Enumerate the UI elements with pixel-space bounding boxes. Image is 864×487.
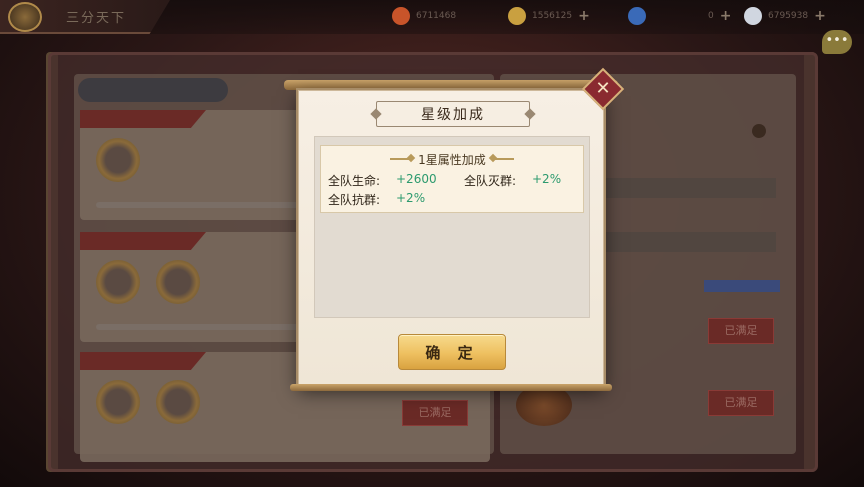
resource-silver: 6795938 + [744, 6, 826, 26]
resource-value: 0 [708, 11, 714, 21]
add-gold-icon[interactable]: + [578, 8, 590, 24]
hero-avatar [96, 260, 140, 304]
filter-dropdown[interactable] [78, 78, 228, 102]
confirm-button[interactable]: 确 定 [398, 334, 506, 370]
dialog-bottom-rail [290, 384, 612, 391]
resource-value: 6795938 [768, 11, 809, 21]
dialog-title: 星级加成 [421, 107, 485, 123]
dialog-title-plate: 星级加成 [376, 101, 530, 127]
stat-label-aoe-attack: 全队灭群: [464, 174, 517, 188]
hero-avatar [96, 380, 140, 424]
page-title: 三分天下 [66, 11, 127, 26]
bonus-header-text: 1星属性加成 [418, 152, 486, 167]
dialog-top-rail [284, 80, 618, 90]
fire-icon [392, 7, 410, 25]
gold-ingot-icon [508, 7, 526, 25]
resource-fire: 6711468 [392, 6, 456, 26]
stat-value-aoe-attack: +2% [532, 172, 562, 186]
resource-gold: 1556125 + [508, 6, 590, 26]
ornament-right-icon [491, 158, 514, 160]
claimed-button[interactable]: 已满足 [708, 390, 774, 416]
resource-value: 6711468 [416, 11, 457, 21]
resource-value: 1556125 [532, 11, 573, 21]
hero-avatar [156, 380, 200, 424]
stat-label-hp: 全队生命: [328, 174, 381, 188]
silver-coin-icon [744, 7, 762, 25]
stat-value-aoe-defense: +2% [396, 191, 426, 205]
resource-jade: 0 + [628, 6, 731, 26]
claimed-button[interactable]: 已满足 [708, 318, 774, 344]
add-jade-icon[interactable]: + [720, 8, 732, 24]
stat-value-hp: +2600 [396, 172, 437, 186]
emblem-icon [8, 2, 42, 32]
claimed-button[interactable]: 已满足 [402, 400, 468, 426]
bonus-header: 1星属性加成 [374, 151, 530, 167]
hero-avatar [156, 260, 200, 304]
hero-avatar [96, 138, 140, 182]
stat-label-aoe-defense: 全队抗群: [328, 193, 381, 207]
ornament-left-icon [390, 158, 413, 160]
close-icon: ✕ [595, 78, 611, 99]
jade-icon [628, 7, 646, 25]
add-silver-icon[interactable]: + [814, 8, 826, 24]
chat-bubble-icon[interactable]: ••• [822, 30, 852, 54]
